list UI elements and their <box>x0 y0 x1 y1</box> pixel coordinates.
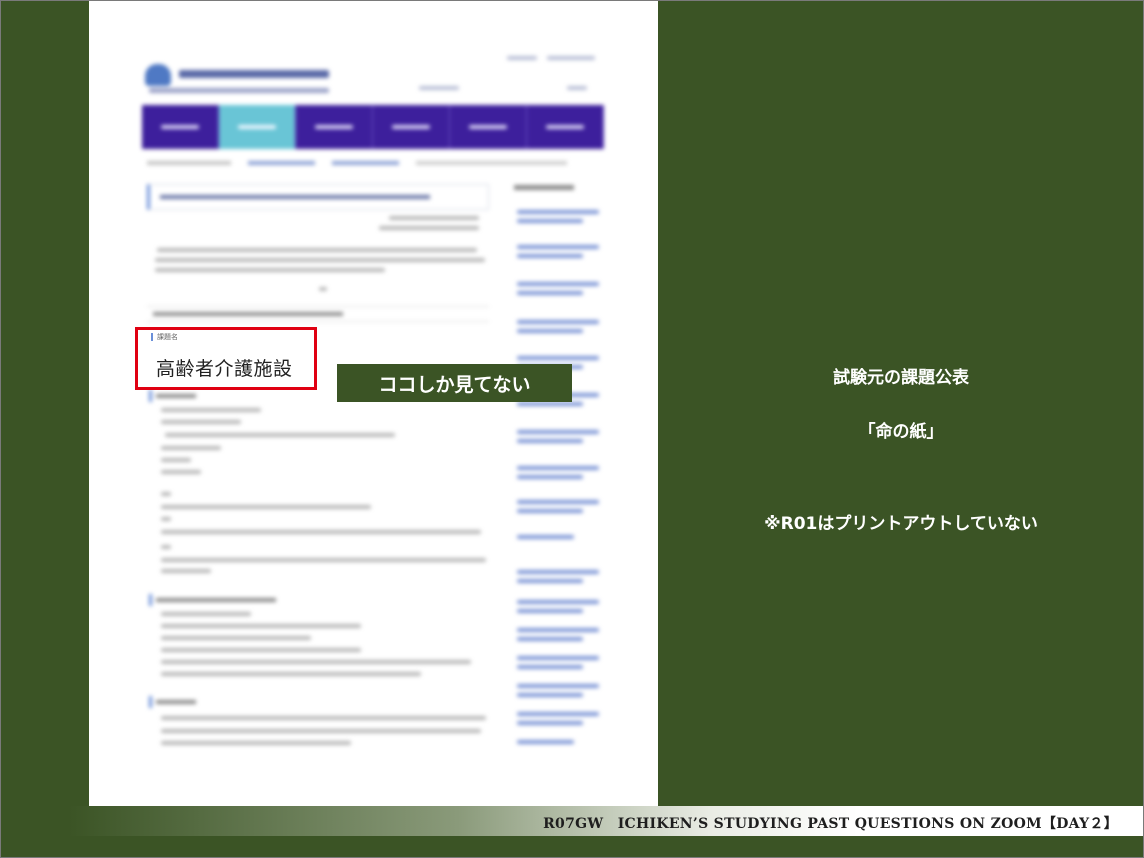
text-line <box>161 558 486 562</box>
note-line-3: ※R01はプリントアウトしていない <box>764 514 1038 534</box>
highlighted-task-name-box: 課題名 高齢者介護施設 <box>135 327 317 390</box>
sidebar-link <box>517 320 599 346</box>
text-line <box>161 446 221 450</box>
logo-icon <box>145 64 171 86</box>
footer-title: R07GW ICHIKEN’S STUDYING PAST QUESTIONS … <box>543 816 1118 832</box>
task-name-label: 課題名 <box>151 333 178 341</box>
text-line <box>161 741 351 745</box>
text-line <box>161 716 486 720</box>
text-line <box>161 420 241 424</box>
text-line <box>161 729 481 733</box>
text-line <box>161 530 481 534</box>
sidebar-link <box>517 210 599 236</box>
sidebar-link <box>517 500 599 526</box>
text-line <box>155 258 485 262</box>
header-link <box>419 86 459 90</box>
nav-item <box>527 105 604 149</box>
text-line <box>161 545 171 549</box>
section-heading <box>149 696 196 708</box>
text-line <box>319 287 327 291</box>
text-line <box>161 458 191 462</box>
callout-label: ココしか見てない <box>337 364 572 402</box>
text-line <box>165 433 395 437</box>
nav-item <box>142 105 219 149</box>
text-line <box>161 470 201 474</box>
header-link <box>567 86 587 90</box>
nav-item-active <box>219 105 296 149</box>
logo-text <box>179 70 329 78</box>
logo-subtext <box>149 88 329 93</box>
note-line-1: 試験元の課題公表 <box>833 368 969 388</box>
text-line <box>161 660 471 664</box>
text-line <box>161 492 171 496</box>
section-bar <box>147 306 489 322</box>
header-link <box>547 56 595 60</box>
text-line <box>379 226 479 230</box>
header-link <box>507 56 537 60</box>
note-line-2: 「命の紙」 <box>858 422 944 442</box>
sidebar-link <box>517 628 599 654</box>
text-line <box>157 248 477 252</box>
nav-item <box>296 105 373 149</box>
section-heading <box>149 594 276 606</box>
text-line <box>389 216 479 220</box>
nav-item <box>373 105 450 149</box>
text-line <box>161 612 251 616</box>
text-line <box>161 672 421 676</box>
nav-item <box>450 105 527 149</box>
text-line <box>161 517 171 521</box>
text-line <box>161 408 261 412</box>
sidebar-link <box>517 600 599 626</box>
sidebar-link <box>517 282 599 308</box>
blurred-document-screenshot <box>89 0 658 806</box>
global-nav <box>142 105 604 149</box>
sidebar-heading <box>514 185 574 190</box>
text-line <box>161 636 311 640</box>
sidebar-link <box>517 466 599 492</box>
text-line <box>161 569 211 573</box>
sidebar-link <box>517 656 599 682</box>
task-name-value: 高齢者介護施設 <box>156 358 293 380</box>
section-heading <box>149 390 196 402</box>
breadcrumb <box>147 161 567 165</box>
text-line <box>161 648 361 652</box>
sidebar-link <box>517 245 599 271</box>
sidebar-link <box>517 684 599 710</box>
text-line <box>161 624 361 628</box>
footer-bar: R07GW ICHIKEN’S STUDYING PAST QUESTIONS … <box>0 806 1144 836</box>
sidebar-link <box>517 430 599 456</box>
blurred-webpage-content <box>89 0 658 806</box>
article-title-bar <box>147 184 489 210</box>
text-line <box>155 268 385 272</box>
sidebar-link <box>517 740 599 766</box>
sidebar-link <box>517 570 599 596</box>
text-line <box>161 505 371 509</box>
sidebar-link <box>517 535 599 561</box>
sidebar-link <box>517 712 599 738</box>
